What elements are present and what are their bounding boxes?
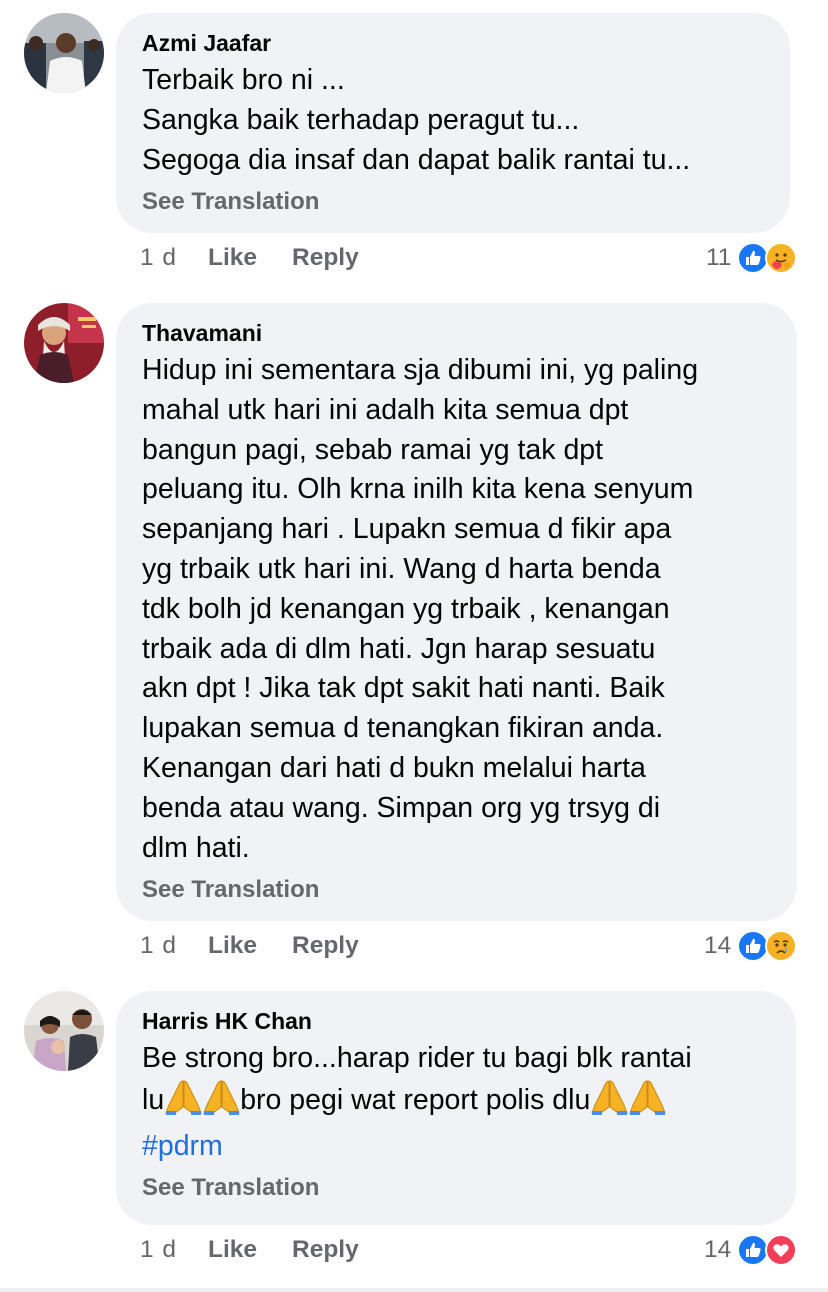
see-translation-link[interactable]: See Translation — [142, 872, 771, 908]
comment-line: sepanjang hari . Lupakn semua d fikir ap… — [142, 513, 672, 546]
folded-hands-emoji — [202, 1079, 240, 1127]
reply-button[interactable]: Reply — [292, 1230, 359, 1270]
comment-line: Kenangan dari hati d bukn melalui harta — [142, 751, 646, 784]
comment-bubble: Thavamani Hidup ini sementara sja dibumi… — [116, 303, 797, 921]
folded-hands-emoji — [628, 1079, 667, 1127]
comment-line: Hidup ini sementara sja dibumi ini, yg p… — [142, 354, 699, 386]
comment-line: trbaik ada di dlm hati. Jgn harap sesuat… — [142, 632, 656, 665]
comment-text: Be strong bro...harap rider tu bagi blk … — [142, 1039, 770, 1166]
like-button[interactable]: Like — [208, 926, 257, 966]
comment-line: peluang itu. Olh krna inilh kita kena se… — [142, 473, 694, 506]
comment-line: bangun pagi, sebab ramai yg tak dpt — [142, 433, 604, 466]
comment-author[interactable]: Azmi Jaafar — [142, 29, 764, 57]
avatar-photo — [24, 303, 104, 383]
comment-timestamp[interactable]: 1 d — [140, 238, 177, 278]
reaction-summary[interactable]: 11 — [706, 238, 798, 278]
comment-author[interactable]: Harris HK Chan — [142, 1007, 770, 1035]
comment-text: Terbaik bro ni ... Sangka baik terhadap … — [142, 61, 764, 180]
comment-line: Sangka baik terhadap peragut tu... — [142, 103, 580, 136]
comment-bubble: Harris HK Chan Be strong bro...harap rid… — [116, 991, 796, 1225]
divider — [0, 1288, 828, 1292]
folded-hands-emoji — [164, 1079, 202, 1127]
avatar-photo — [24, 991, 104, 1071]
comment-line: dlm hati. — [142, 831, 250, 864]
comment-line: Terbaik bro ni ... — [142, 64, 345, 96]
reaction-summary[interactable]: 14 — [704, 1230, 798, 1270]
hashtag-link[interactable]: #pdrm — [142, 1130, 223, 1162]
comment-line: mahal utk hari ini adalh kita semua dpt — [142, 393, 629, 426]
comment-line: akn dpt ! Jika tak dpt sakit hati nanti.… — [142, 672, 665, 705]
comment-timestamp[interactable]: 1 d — [140, 1230, 177, 1270]
reply-button[interactable]: Reply — [292, 238, 359, 278]
care-icon — [765, 242, 798, 274]
sad-icon — [765, 930, 798, 962]
comment-line: benda atau wang. Simpan org yg trsyg di — [142, 791, 661, 824]
comment-line: Segoga dia insaf dan dapat balik rantai … — [142, 143, 691, 176]
comment-bubble: Azmi Jaafar Terbaik bro ni ... Sangka ba… — [116, 13, 790, 233]
reaction-count: 11 — [706, 244, 732, 271]
reaction-summary[interactable]: 14 — [704, 926, 798, 966]
reaction-count: 14 — [704, 1236, 732, 1263]
like-button[interactable]: Like — [208, 1230, 257, 1270]
see-translation-link[interactable]: See Translation — [142, 184, 764, 220]
comment-line: tdk bolh jd kenangan yg trbaik , kenanga… — [142, 592, 670, 625]
see-translation-link[interactable]: See Translation — [142, 1170, 770, 1206]
comment-timestamp[interactable]: 1 d — [140, 926, 177, 966]
comment-line: lupakan semua d tenangkan fikiran anda. — [142, 712, 664, 745]
avatar-photo — [24, 13, 104, 93]
comment-line: lu — [142, 1083, 165, 1116]
avatar[interactable] — [24, 303, 104, 383]
like-button[interactable]: Like — [208, 238, 257, 278]
comment-line: yg trbaik utk hari ini. Wang d harta ben… — [142, 552, 661, 585]
folded-hands-emoji — [590, 1079, 629, 1127]
avatar[interactable] — [24, 991, 104, 1071]
comment-text: Hidup ini sementara sja dibumi ini, yg p… — [142, 351, 771, 868]
comment-author[interactable]: Thavamani — [142, 319, 771, 347]
reaction-count: 14 — [704, 932, 732, 959]
reply-button[interactable]: Reply — [292, 926, 359, 966]
love-icon — [765, 1234, 798, 1266]
comment-line: Be strong bro...harap rider tu bagi blk … — [142, 1042, 692, 1074]
comment-line: bro pegi wat report polis dlu — [240, 1083, 591, 1116]
avatar[interactable] — [24, 13, 104, 93]
